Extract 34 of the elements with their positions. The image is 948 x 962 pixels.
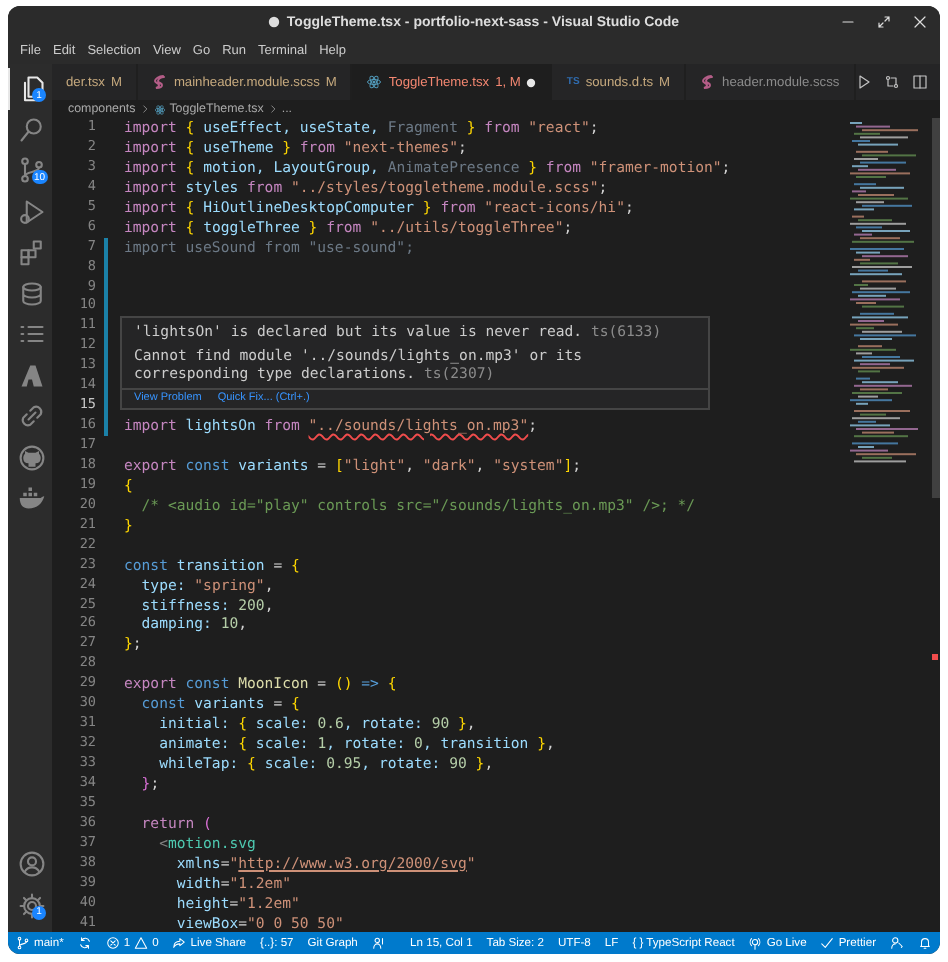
maximize-icon[interactable]	[876, 14, 892, 30]
split-editor-icon[interactable]	[911, 74, 928, 90]
triangle-icon[interactable]	[17, 361, 45, 390]
sass-file-icon	[700, 74, 717, 90]
chevron-icon	[139, 104, 150, 114]
circle-logo-icon[interactable]	[17, 443, 45, 472]
feedback-icon[interactable]	[890, 936, 904, 950]
link-icon[interactable]	[17, 402, 45, 431]
broadcast-icon	[748, 936, 763, 950]
whale-icon[interactable]	[17, 484, 45, 513]
source-control-icon[interactable]	[17, 156, 45, 185]
sync-icon[interactable]	[77, 936, 92, 950]
chevron-icon	[267, 104, 278, 114]
search-icon[interactable]	[17, 115, 45, 144]
run-debug-icon[interactable]	[17, 197, 45, 226]
settings-icon[interactable]	[17, 891, 45, 920]
error-icon	[105, 936, 120, 950]
database-icon[interactable]	[17, 279, 45, 308]
warning-icon	[134, 936, 149, 950]
check-icon	[820, 936, 835, 950]
sass-file-icon	[151, 74, 168, 90]
account-icon[interactable]	[17, 850, 45, 879]
unsaved-dot-icon[interactable]	[526, 77, 537, 87]
react-file-icon	[366, 74, 383, 90]
branch-icon	[16, 936, 30, 950]
compare-icon[interactable]	[883, 74, 900, 90]
live-share-icon	[172, 936, 187, 950]
bell-icon[interactable]	[918, 936, 932, 950]
run-icon[interactable]	[855, 74, 872, 90]
scrollbar-drawing[interactable]	[932, 118, 940, 662]
extensions-icon[interactable]	[17, 238, 45, 267]
react-file-icon	[153, 103, 166, 115]
accounts-icon[interactable]	[371, 936, 386, 950]
close-icon[interactable]	[912, 14, 928, 30]
